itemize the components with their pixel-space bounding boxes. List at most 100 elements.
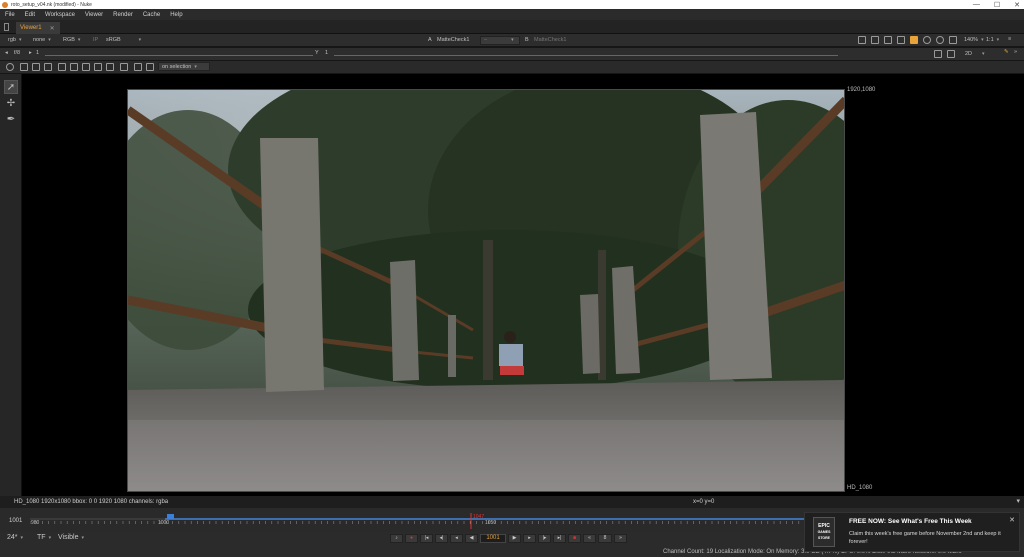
skip-end-icon: ▸|: [557, 535, 562, 541]
chevron-down-icon: ▾: [511, 37, 514, 43]
tf-dropdown[interactable]: TF ▾: [34, 533, 54, 542]
settings-gear-icon[interactable]: [6, 63, 14, 71]
point-add-icon: ✢: [6, 97, 16, 109]
timeline-frame-field[interactable]: 1001: [9, 518, 22, 524]
bezier-tool[interactable]: ✒: [4, 112, 18, 126]
select-points-icon[interactable]: [32, 63, 40, 71]
lock-icon[interactable]: [134, 63, 142, 71]
ip-toggle[interactable]: IP: [90, 36, 101, 45]
select-all-icon[interactable]: [20, 63, 28, 71]
roi-icon[interactable]: [858, 36, 866, 44]
input-a-dropdown[interactable]: MatteCheck1: [434, 36, 472, 45]
pen-icon: ✒: [6, 113, 16, 125]
tab-viewer1[interactable]: Viewer1 ✕: [16, 22, 60, 34]
step-back-icon: ◂: [455, 535, 458, 541]
menu-render[interactable]: Render: [113, 12, 133, 18]
maximize-button[interactable]: ☐: [994, 1, 1000, 9]
playhead-label: 1047: [473, 514, 484, 520]
tab-close-icon[interactable]: ✕: [50, 25, 55, 32]
forest-bridge-image: [128, 90, 844, 491]
overlay-icon[interactable]: [884, 36, 892, 44]
menu-bar: File Edit Workspace Viewer Render Cache …: [0, 9, 1024, 20]
audio-button[interactable]: ♪: [390, 533, 403, 543]
current-frame-field[interactable]: 1001: [480, 533, 506, 543]
record-button[interactable]: ●: [405, 533, 418, 543]
input-b-dropdown[interactable]: MatteCheck1: [531, 36, 569, 45]
cache-icon[interactable]: [936, 36, 944, 44]
last-frame-button[interactable]: ▸|: [553, 533, 566, 543]
menu-workspace[interactable]: Workspace: [45, 12, 75, 18]
guides-icon[interactable]: [910, 36, 918, 44]
bbox-icon[interactable]: [70, 63, 78, 71]
info-collapse-icon[interactable]: ▾: [1016, 497, 1020, 505]
select-tool[interactable]: ➚: [4, 80, 18, 94]
paint-brush-icon[interactable]: ✎: [1004, 49, 1009, 55]
next-frame-button[interactable]: ▸: [523, 533, 536, 543]
transform-icon[interactable]: [58, 63, 66, 71]
mask-icon[interactable]: [947, 50, 955, 58]
stop-button[interactable]: ■: [568, 533, 581, 543]
roto-mode-dropdown[interactable]: on selection ▾: [158, 62, 210, 71]
input-a-value: MatteCheck1: [437, 37, 470, 43]
next-keyframe-button[interactable]: |▸: [538, 533, 551, 543]
chevron-down-icon: ▾: [77, 37, 81, 43]
notification-close-button[interactable]: ✕: [1009, 516, 1015, 524]
gain-slider[interactable]: [45, 55, 313, 56]
timeline-track[interactable]: 1047: [30, 513, 805, 529]
gain-value[interactable]: 1: [36, 50, 39, 56]
proxy-dropdown[interactable]: 1:1 ▾: [983, 36, 1002, 45]
colorspace-dropdown[interactable]: sRGB ▾: [103, 36, 144, 45]
skip-start-icon: |◂: [424, 535, 429, 541]
viewer-info-bar: HD_1080 1920x1080 bbox: 0 0 1920 1080 ch…: [0, 496, 1024, 508]
visible-range-dropdown[interactable]: Visible ▾: [55, 533, 87, 542]
step-back-n-button[interactable]: «: [583, 533, 596, 543]
menu-edit[interactable]: Edit: [25, 12, 35, 18]
step-size-field[interactable]: 8: [598, 533, 612, 543]
channels-dropdown[interactable]: rgb ▾: [5, 36, 24, 45]
fps-dropdown[interactable]: 24* ▾: [4, 533, 26, 542]
refresh-icon[interactable]: [923, 36, 931, 44]
minimize-button[interactable]: —: [973, 1, 980, 8]
fullframe-icon[interactable]: [871, 36, 879, 44]
merge-op-dropdown[interactable]: – ▾: [480, 35, 520, 45]
crosshair-icon[interactable]: [934, 50, 942, 58]
feather-icon[interactable]: [82, 63, 90, 71]
label-points-icon[interactable]: [94, 63, 102, 71]
menu-cache[interactable]: Cache: [143, 12, 160, 18]
close-window-button[interactable]: ✕: [1014, 1, 1020, 9]
gamma-slider[interactable]: [334, 55, 838, 56]
step-forward-n-button[interactable]: »: [614, 533, 627, 543]
first-frame-button[interactable]: |◂: [420, 533, 433, 543]
view-mode-dropdown[interactable]: 2D ▾: [962, 50, 988, 59]
menu-viewer[interactable]: Viewer: [85, 12, 103, 18]
lut-icon[interactable]: [897, 36, 905, 44]
hide-icon[interactable]: [106, 63, 114, 71]
prev-keyframe-button[interactable]: ◂|: [435, 533, 448, 543]
gamma-label: Y: [315, 50, 319, 56]
pause-icon[interactable]: [949, 36, 957, 44]
gain-step-icon[interactable]: ▸: [29, 50, 32, 56]
menu-file[interactable]: File: [5, 12, 15, 18]
onion-skin-icon[interactable]: [146, 63, 154, 71]
alpha-dropdown[interactable]: none ▾: [30, 36, 54, 45]
display-channels-dropdown[interactable]: RGB ▾: [60, 36, 83, 45]
select-curves-icon[interactable]: [44, 63, 52, 71]
input-b-value: MatteCheck1: [534, 37, 567, 43]
gamma-value[interactable]: 1: [325, 50, 328, 56]
more-icon[interactable]: »: [1014, 49, 1017, 55]
viewer-canvas[interactable]: 1920,1080 HD_1080: [22, 74, 1024, 496]
expand-menu-icon[interactable]: ≡: [1008, 36, 1011, 42]
chevron-down-icon: ▾: [48, 534, 52, 541]
play-forward-button[interactable]: ▶: [508, 533, 521, 543]
epic-games-logo: EPIC GAMES STORE: [813, 517, 835, 547]
pane-menu-icon[interactable]: [4, 23, 9, 31]
notification-body: Claim this week's free game before Novem…: [849, 531, 1001, 545]
notification-toast[interactable]: EPIC GAMES STORE FREE NOW: See What's Fr…: [804, 512, 1020, 552]
menu-help[interactable]: Help: [170, 12, 182, 18]
fstop-arrows-icon[interactable]: ◂: [5, 50, 8, 56]
ripple-icon[interactable]: [120, 63, 128, 71]
play-backward-button[interactable]: ◀: [465, 533, 478, 543]
point-tool[interactable]: ✢: [4, 96, 18, 110]
prev-frame-button[interactable]: ◂: [450, 533, 463, 543]
step-forward-icon: ▸: [528, 535, 531, 541]
